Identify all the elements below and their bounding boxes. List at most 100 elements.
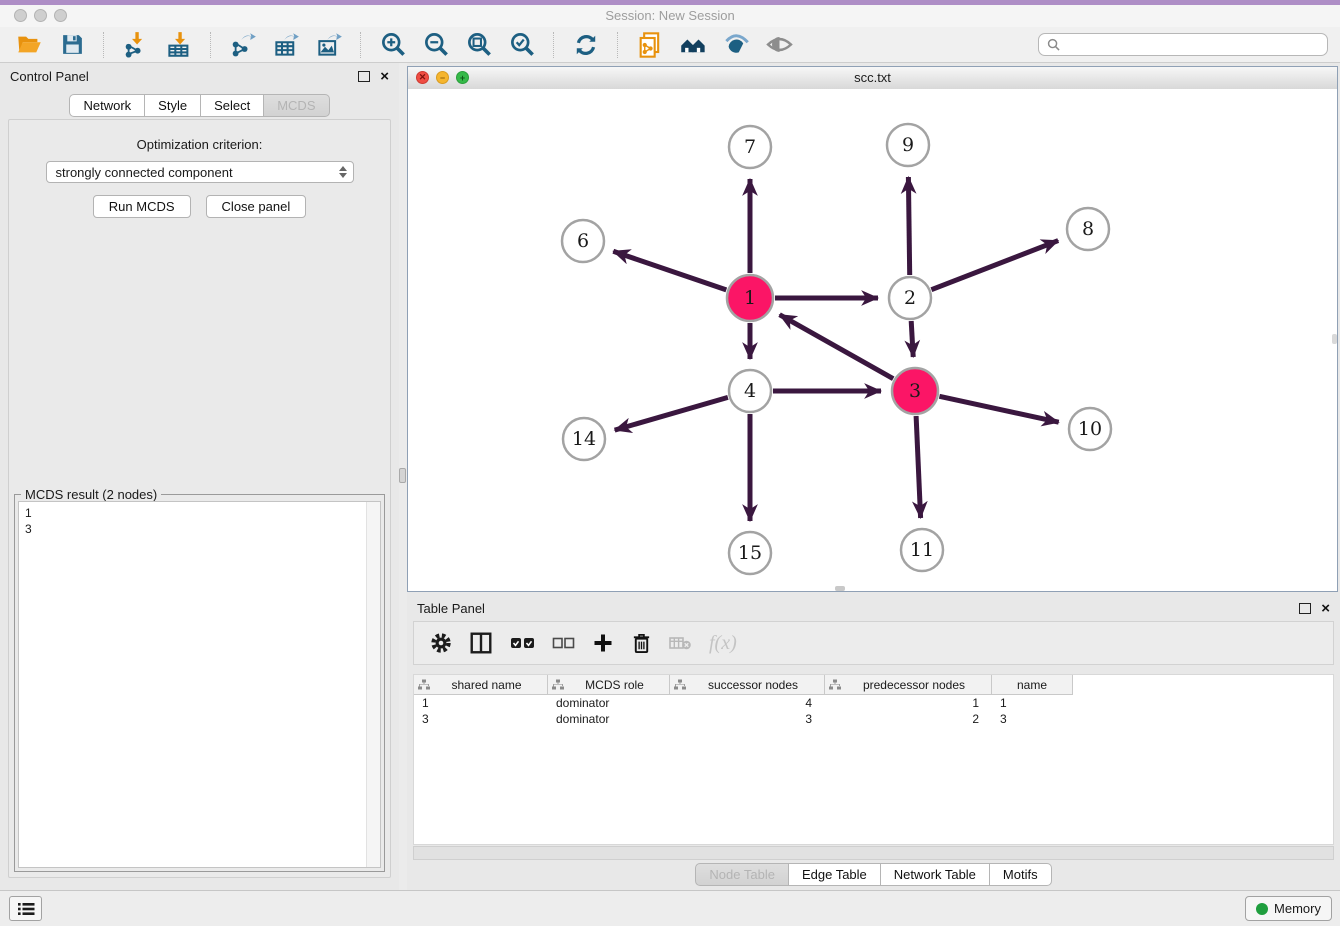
zoom-fit-icon (466, 31, 493, 58)
home-button[interactable] (676, 30, 710, 60)
close-panel-icon[interactable]: × (380, 69, 389, 84)
graph-edge-2-9[interactable] (908, 177, 909, 275)
deselect-all-button[interactable] (552, 636, 575, 650)
run-mcds-button[interactable]: Run MCDS (93, 195, 191, 218)
tab-select[interactable]: Select (201, 94, 264, 117)
deselect-all-icon (552, 636, 575, 650)
cell-mcds-role[interactable]: dominator (548, 695, 670, 711)
tab-mcds[interactable]: MCDS (264, 94, 329, 117)
network-view-window: ✕ − + scc.txt 1234678910111415 (407, 66, 1338, 592)
graph-edge-3-1[interactable] (780, 315, 894, 379)
cell-shared-name[interactable]: 3 (414, 711, 548, 727)
apply-style-button[interactable] (719, 30, 753, 60)
criterion-select[interactable]: strongly connected component (46, 161, 354, 183)
apply-layout-button[interactable] (569, 30, 603, 60)
column-header-successor-nodes[interactable]: successor nodes (670, 675, 825, 695)
paintbrush-icon (723, 31, 750, 58)
graph-edge-2-8[interactable] (931, 241, 1058, 290)
toolbar-separator (103, 32, 105, 58)
column-header-predecessor-nodes[interactable]: predecessor nodes (825, 675, 992, 695)
optimization-criterion-label: Optimization criterion: (9, 137, 390, 152)
global-search-field[interactable] (1038, 33, 1328, 56)
network-from-selection-button[interactable] (633, 30, 667, 60)
control-panel-title: Control Panel (10, 69, 89, 84)
graph-node-label: 6 (577, 230, 589, 252)
cell-successor-nodes[interactable]: 3 (670, 711, 825, 727)
control-panel: Control Panel × Network Style Select MCD… (0, 63, 400, 890)
delete-column-button[interactable] (631, 632, 652, 655)
open-session-button[interactable] (12, 30, 46, 60)
zoom-in-button[interactable] (376, 30, 410, 60)
select-all-button[interactable] (510, 635, 535, 651)
cell-name[interactable]: 3 (992, 711, 1073, 727)
hierarchy-icon (552, 679, 564, 691)
app-title: Session: New Session (0, 8, 1340, 23)
mcds-panel: Optimization criterion: strongly connect… (8, 119, 391, 878)
result-line: 1 (25, 505, 374, 521)
graph-edge-4-14[interactable] (615, 397, 728, 430)
graph-edge-1-6[interactable] (613, 251, 726, 290)
network-window-titlebar[interactable]: ✕ − + scc.txt (408, 67, 1337, 90)
tab-network[interactable]: Network (69, 94, 145, 117)
graph-edge-3-11[interactable] (916, 416, 921, 518)
show-hide-button[interactable] (762, 30, 796, 60)
cell-shared-name[interactable]: 1 (414, 695, 548, 711)
zoom-out-button[interactable] (419, 30, 453, 60)
tab-edge-table[interactable]: Edge Table (789, 863, 881, 886)
memory-indicator-dot (1256, 903, 1268, 915)
save-session-button[interactable] (55, 30, 89, 60)
select-all-icon (510, 635, 535, 651)
import-network-button[interactable] (119, 30, 153, 60)
canvas-hscroll-thumb[interactable] (835, 586, 845, 591)
toolbar-separator (360, 32, 362, 58)
cell-mcds-role[interactable]: dominator (548, 711, 670, 727)
tab-style[interactable]: Style (145, 94, 201, 117)
canvas-vscroll-thumb[interactable] (1332, 334, 1337, 344)
cell-name[interactable]: 1 (992, 695, 1073, 711)
import-table-button[interactable] (162, 30, 196, 60)
table-row[interactable]: 1 dominator 4 1 1 (414, 695, 1333, 711)
table-row[interactable]: 3 dominator 3 2 3 (414, 711, 1333, 727)
export-image-button[interactable] (312, 30, 346, 60)
column-header-mcds-role[interactable]: MCDS role (548, 675, 670, 695)
close-table-panel-icon[interactable]: × (1321, 601, 1330, 616)
float-panel-icon[interactable] (358, 71, 370, 82)
toolbar-separator (553, 32, 555, 58)
export-network-button[interactable] (226, 30, 260, 60)
tab-motifs[interactable]: Motifs (990, 863, 1052, 886)
tab-node-table[interactable]: Node Table (695, 863, 789, 886)
mcds-result-title: MCDS result (2 nodes) (21, 487, 161, 502)
show-columns-button[interactable] (469, 631, 493, 655)
cell-predecessor-nodes[interactable]: 1 (825, 695, 992, 711)
close-panel-button[interactable]: Close panel (206, 195, 307, 218)
zoom-selected-button[interactable] (505, 30, 539, 60)
column-header-shared-name[interactable]: shared name (414, 675, 548, 695)
graph-node-label: 11 (910, 539, 934, 561)
graph-node-label: 4 (744, 380, 756, 402)
graph-edge-2-3[interactable] (911, 321, 913, 357)
table-panel-title: Table Panel (417, 601, 485, 616)
export-table-button[interactable] (269, 30, 303, 60)
network-canvas[interactable]: 1234678910111415 (408, 89, 1337, 591)
task-history-button[interactable] (9, 896, 42, 921)
hierarchy-icon (829, 679, 841, 691)
float-table-panel-icon[interactable] (1299, 603, 1311, 614)
app-title-bar: Session: New Session (0, 0, 1340, 28)
table-settings-button[interactable] (430, 632, 452, 654)
table-hscrollbar[interactable] (413, 846, 1334, 860)
column-header-name[interactable]: name (992, 675, 1073, 695)
cell-successor-nodes[interactable]: 4 (670, 695, 825, 711)
export-image-icon (316, 31, 343, 58)
search-input[interactable] (1065, 37, 1319, 53)
node-table-header: shared name MCDS role successor nodes pr… (414, 675, 1333, 695)
memory-button[interactable]: Memory (1245, 896, 1332, 921)
create-column-button[interactable] (592, 632, 614, 654)
tab-network-table[interactable]: Network Table (881, 863, 990, 886)
zoom-fit-button[interactable] (462, 30, 496, 60)
divider-handle[interactable] (399, 468, 406, 483)
panel-divider[interactable] (399, 63, 407, 890)
cell-predecessor-nodes[interactable]: 2 (825, 711, 992, 727)
graph-edge-3-10[interactable] (939, 396, 1058, 422)
result-scrollbar[interactable] (366, 502, 380, 867)
function-builder-button: f(x) (709, 632, 737, 655)
